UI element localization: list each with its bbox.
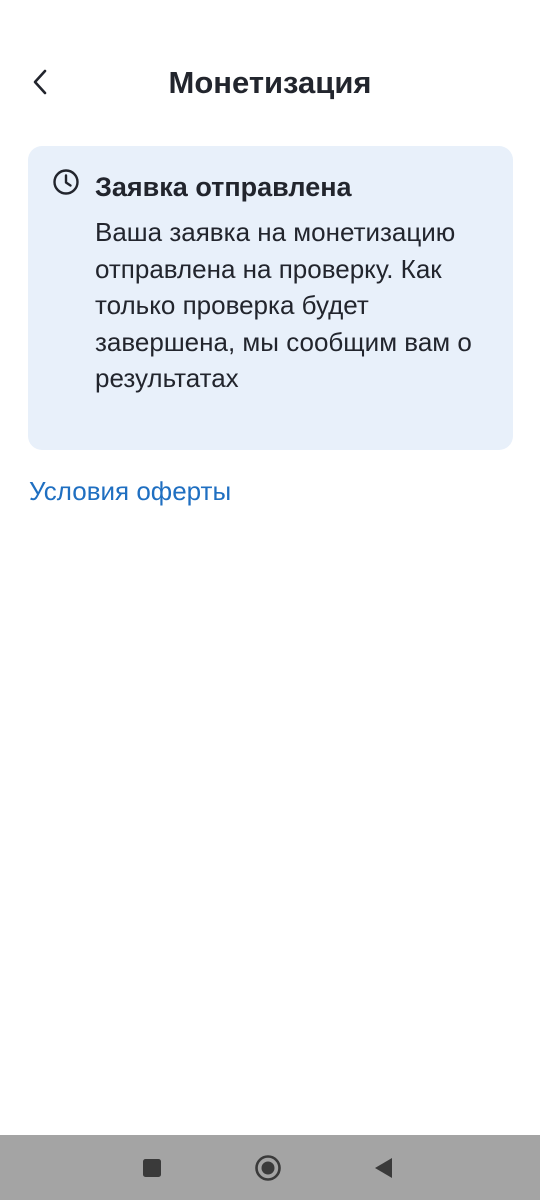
nav-recents-button[interactable] <box>122 1135 182 1200</box>
status-card-title: Заявка отправлена <box>95 172 352 202</box>
status-card: Заявка отправлена Ваша заявка на монетиз… <box>28 146 513 450</box>
home-icon <box>255 1154 281 1181</box>
page-title: Монетизация <box>168 65 372 100</box>
system-navigation-bar <box>0 1135 540 1200</box>
app-header: Монетизация <box>0 0 540 166</box>
nav-back-button[interactable] <box>354 1135 414 1200</box>
back-triangle-icon <box>375 1157 392 1178</box>
recents-icon <box>143 1158 161 1177</box>
clock-icon <box>53 169 79 195</box>
offer-terms-link[interactable]: Условия оферты <box>29 472 231 510</box>
nav-home-button[interactable] <box>238 1135 298 1200</box>
status-card-description: Ваша заявка на монетизацию отправлена на… <box>95 217 472 393</box>
